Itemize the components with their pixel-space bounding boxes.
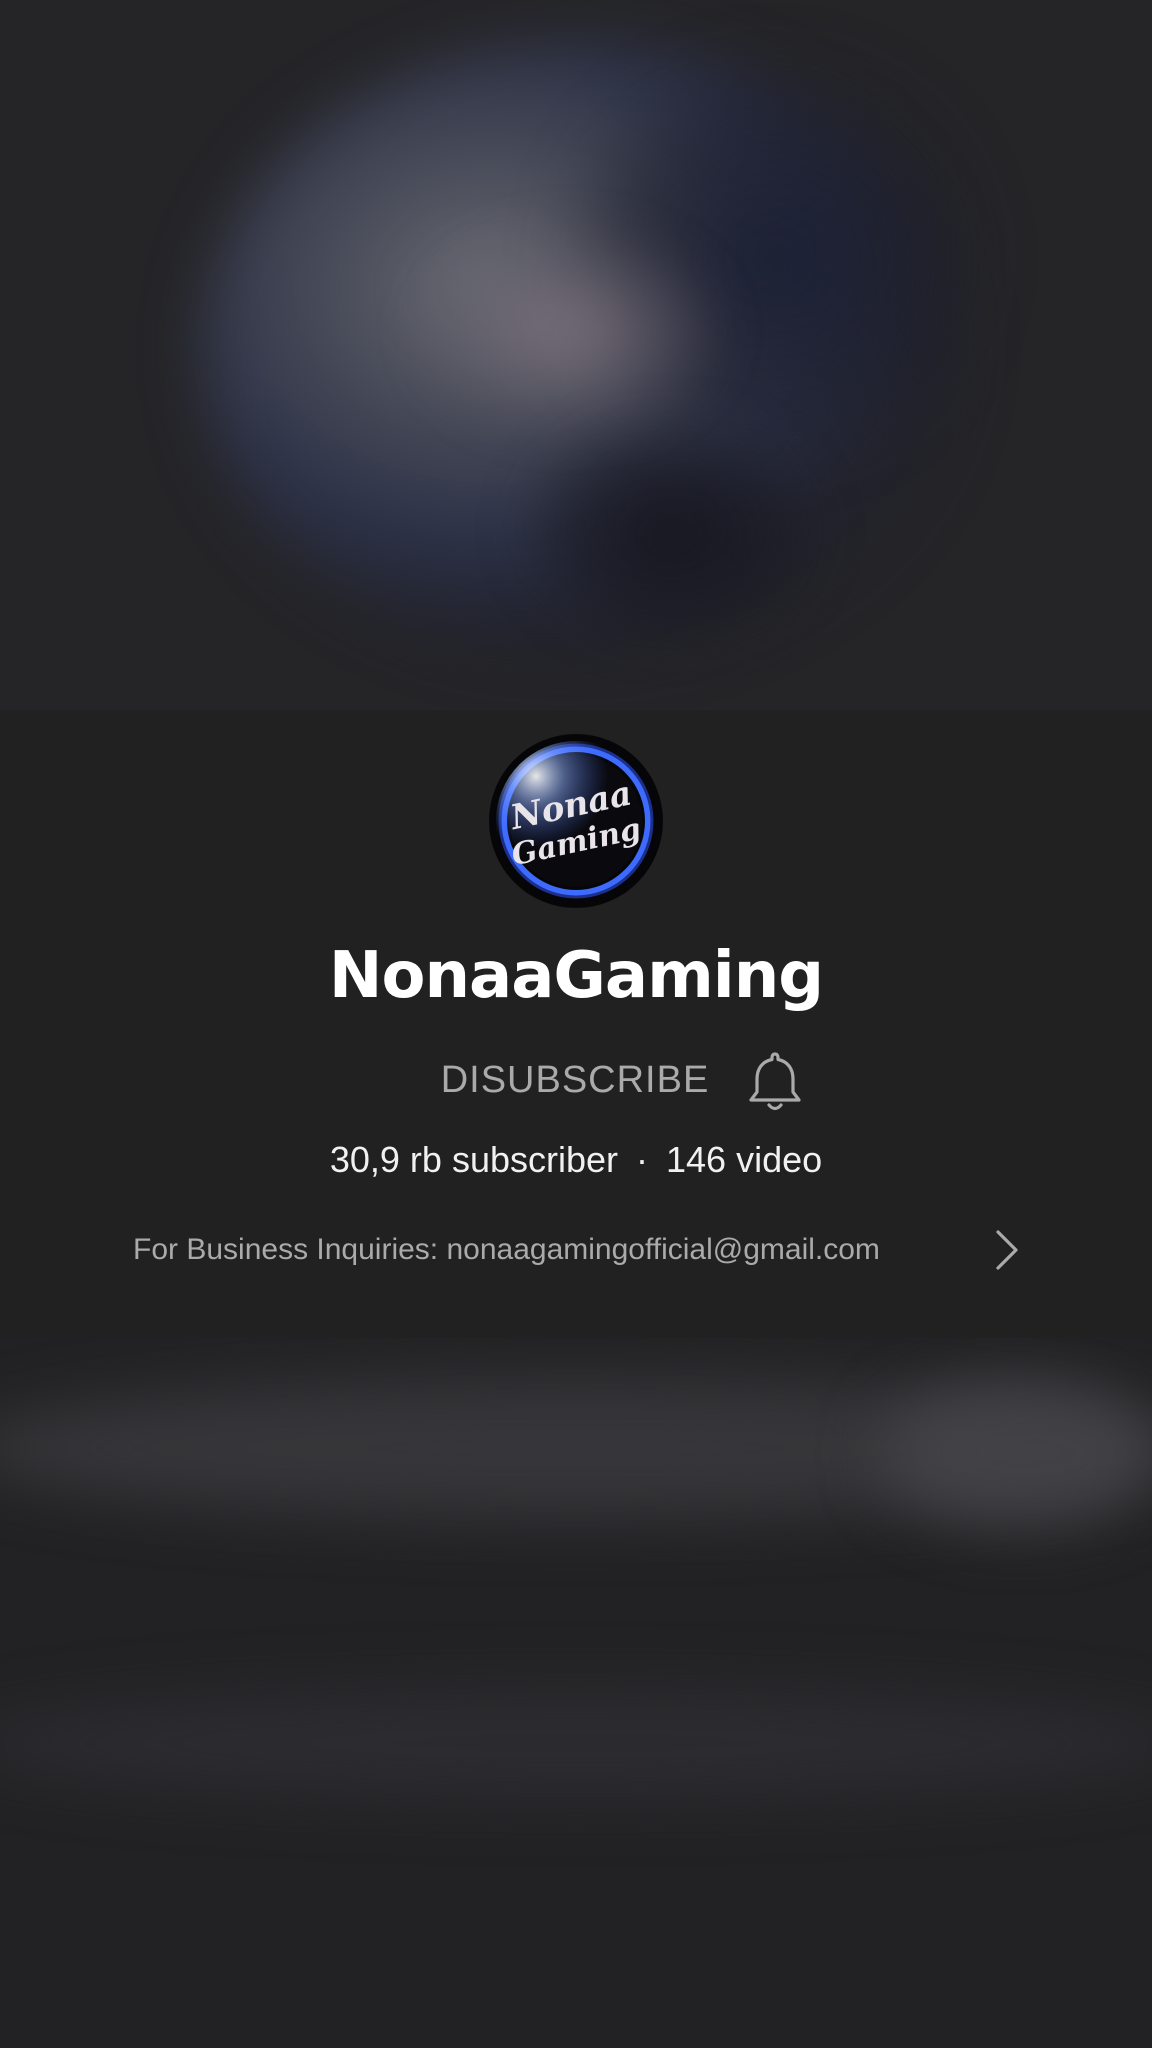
- stats-separator: ·: [636, 1139, 648, 1180]
- subscriber-count: 30,9 rb subscriber: [329, 1139, 618, 1180]
- channel-header: Nonaa Gaming NonaaGaming DISUBSCRIBE 30,…: [0, 710, 1152, 1338]
- bell-icon: [749, 1052, 801, 1111]
- channel-avatar[interactable]: Nonaa Gaming: [489, 734, 663, 908]
- avatar-logo-icon: Nonaa Gaming: [490, 735, 662, 907]
- notification-bell-button[interactable]: [745, 1050, 805, 1114]
- subscription-row: DISUBSCRIBE: [0, 1040, 1152, 1120]
- video-count: 146 video: [666, 1139, 823, 1180]
- channel-stats: 30,9 rb subscriber · 146 video: [0, 1130, 1152, 1190]
- unsubscribe-button[interactable]: DISUBSCRIBE: [440, 1040, 710, 1120]
- channel-banner: [0, 0, 1152, 710]
- channel-content-placeholder: [0, 1338, 1152, 2048]
- chevron-right-icon: [996, 1230, 1018, 1270]
- channel-description-row[interactable]: For Business Inquiries: nonaagamingoffic…: [0, 1214, 1152, 1286]
- channel-name: NonaaGaming: [328, 939, 824, 1013]
- channel-description: For Business Inquiries: nonaagamingoffic…: [133, 1233, 880, 1266]
